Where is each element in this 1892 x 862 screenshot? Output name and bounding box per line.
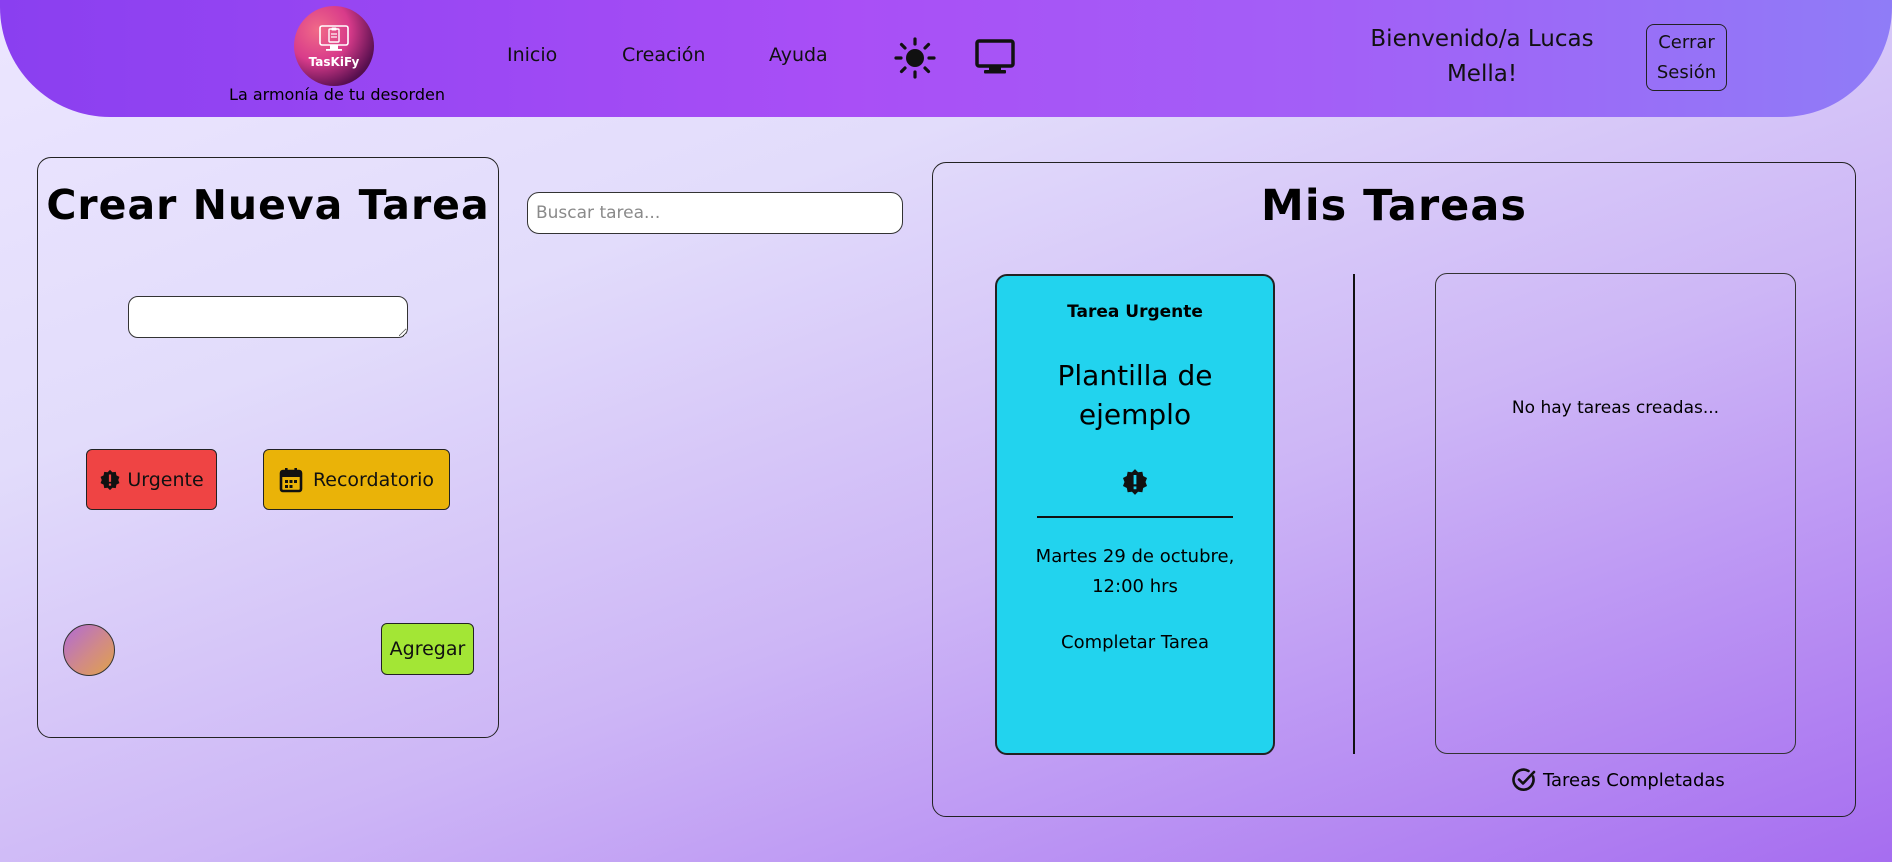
empty-tasks-message: No hay tareas creadas... [1511, 398, 1720, 418]
logout-label-line-2: Sesión [1656, 61, 1717, 83]
welcome-message: Bienvenido/a Lucas Mella! [1350, 22, 1614, 92]
welcome-line-1: Bienvenido/a Lucas [1370, 26, 1594, 52]
urgent-label: Urgente [127, 468, 204, 491]
completed-tasks-label: Tareas Completadas [1543, 769, 1725, 791]
task-date-line-2: 12:00 hrs [1092, 576, 1178, 597]
app-logo[interactable]: TasKiFy [294, 6, 374, 86]
clipboard-monitor-icon [319, 25, 349, 51]
reminder-button[interactable]: Recordatorio [263, 449, 450, 510]
task-type-label: Tarea Urgente [1067, 302, 1203, 322]
column-divider [1353, 274, 1355, 754]
check-circle-icon [1512, 768, 1536, 791]
monitor-icon[interactable] [975, 38, 1015, 76]
calendar-icon [279, 467, 303, 492]
color-picker[interactable] [63, 624, 115, 676]
urgent-badge-icon [1122, 469, 1148, 495]
task-description-input[interactable] [128, 296, 408, 338]
nav-ayuda[interactable]: Ayuda [769, 44, 828, 66]
task-divider [1037, 516, 1233, 518]
welcome-line-2: Mella! [1446, 61, 1518, 87]
create-task-panel: Crear Nueva Tarea Urgente Recordatorio A… [37, 157, 499, 738]
complete-task-button[interactable]: Completar Tarea [997, 632, 1273, 653]
search-task-input[interactable] [527, 192, 903, 234]
my-tasks-panel: Mis Tareas Tarea Urgente Plantilla de ej… [932, 162, 1856, 817]
urgent-badge-icon [100, 469, 120, 490]
my-tasks-title: Mis Tareas [1261, 181, 1527, 231]
add-task-button[interactable]: Agregar [381, 623, 474, 675]
create-task-title: Crear Nueva Tarea [46, 181, 490, 229]
task-date-line-1: Martes 29 de octubre, [1035, 546, 1235, 567]
task-card: Tarea Urgente Plantilla de ejemplo Marte… [995, 274, 1275, 755]
logout-button[interactable]: Cerrar Sesión [1646, 24, 1727, 91]
nav-creacion[interactable]: Creación [622, 44, 705, 66]
logout-label-line-1: Cerrar [1658, 31, 1715, 53]
nav-inicio[interactable]: Inicio [507, 44, 557, 66]
top-header: TasKiFy La armonía de tu desorden Inicio… [0, 0, 1892, 117]
task-date: Martes 29 de octubre, 12:00 hrs [997, 542, 1273, 602]
logo-text: TasKiFy [308, 55, 360, 69]
reminder-label: Recordatorio [312, 468, 435, 491]
completed-tasks-toggle[interactable]: Tareas Completadas [1511, 767, 1725, 793]
tagline: La armonía de tu desorden [229, 85, 445, 104]
urgent-button[interactable]: Urgente [86, 449, 217, 510]
completed-tasks-box: No hay tareas creadas... [1435, 273, 1796, 754]
sun-icon[interactable] [894, 37, 936, 79]
task-name: Plantilla de ejemplo [1057, 359, 1213, 431]
